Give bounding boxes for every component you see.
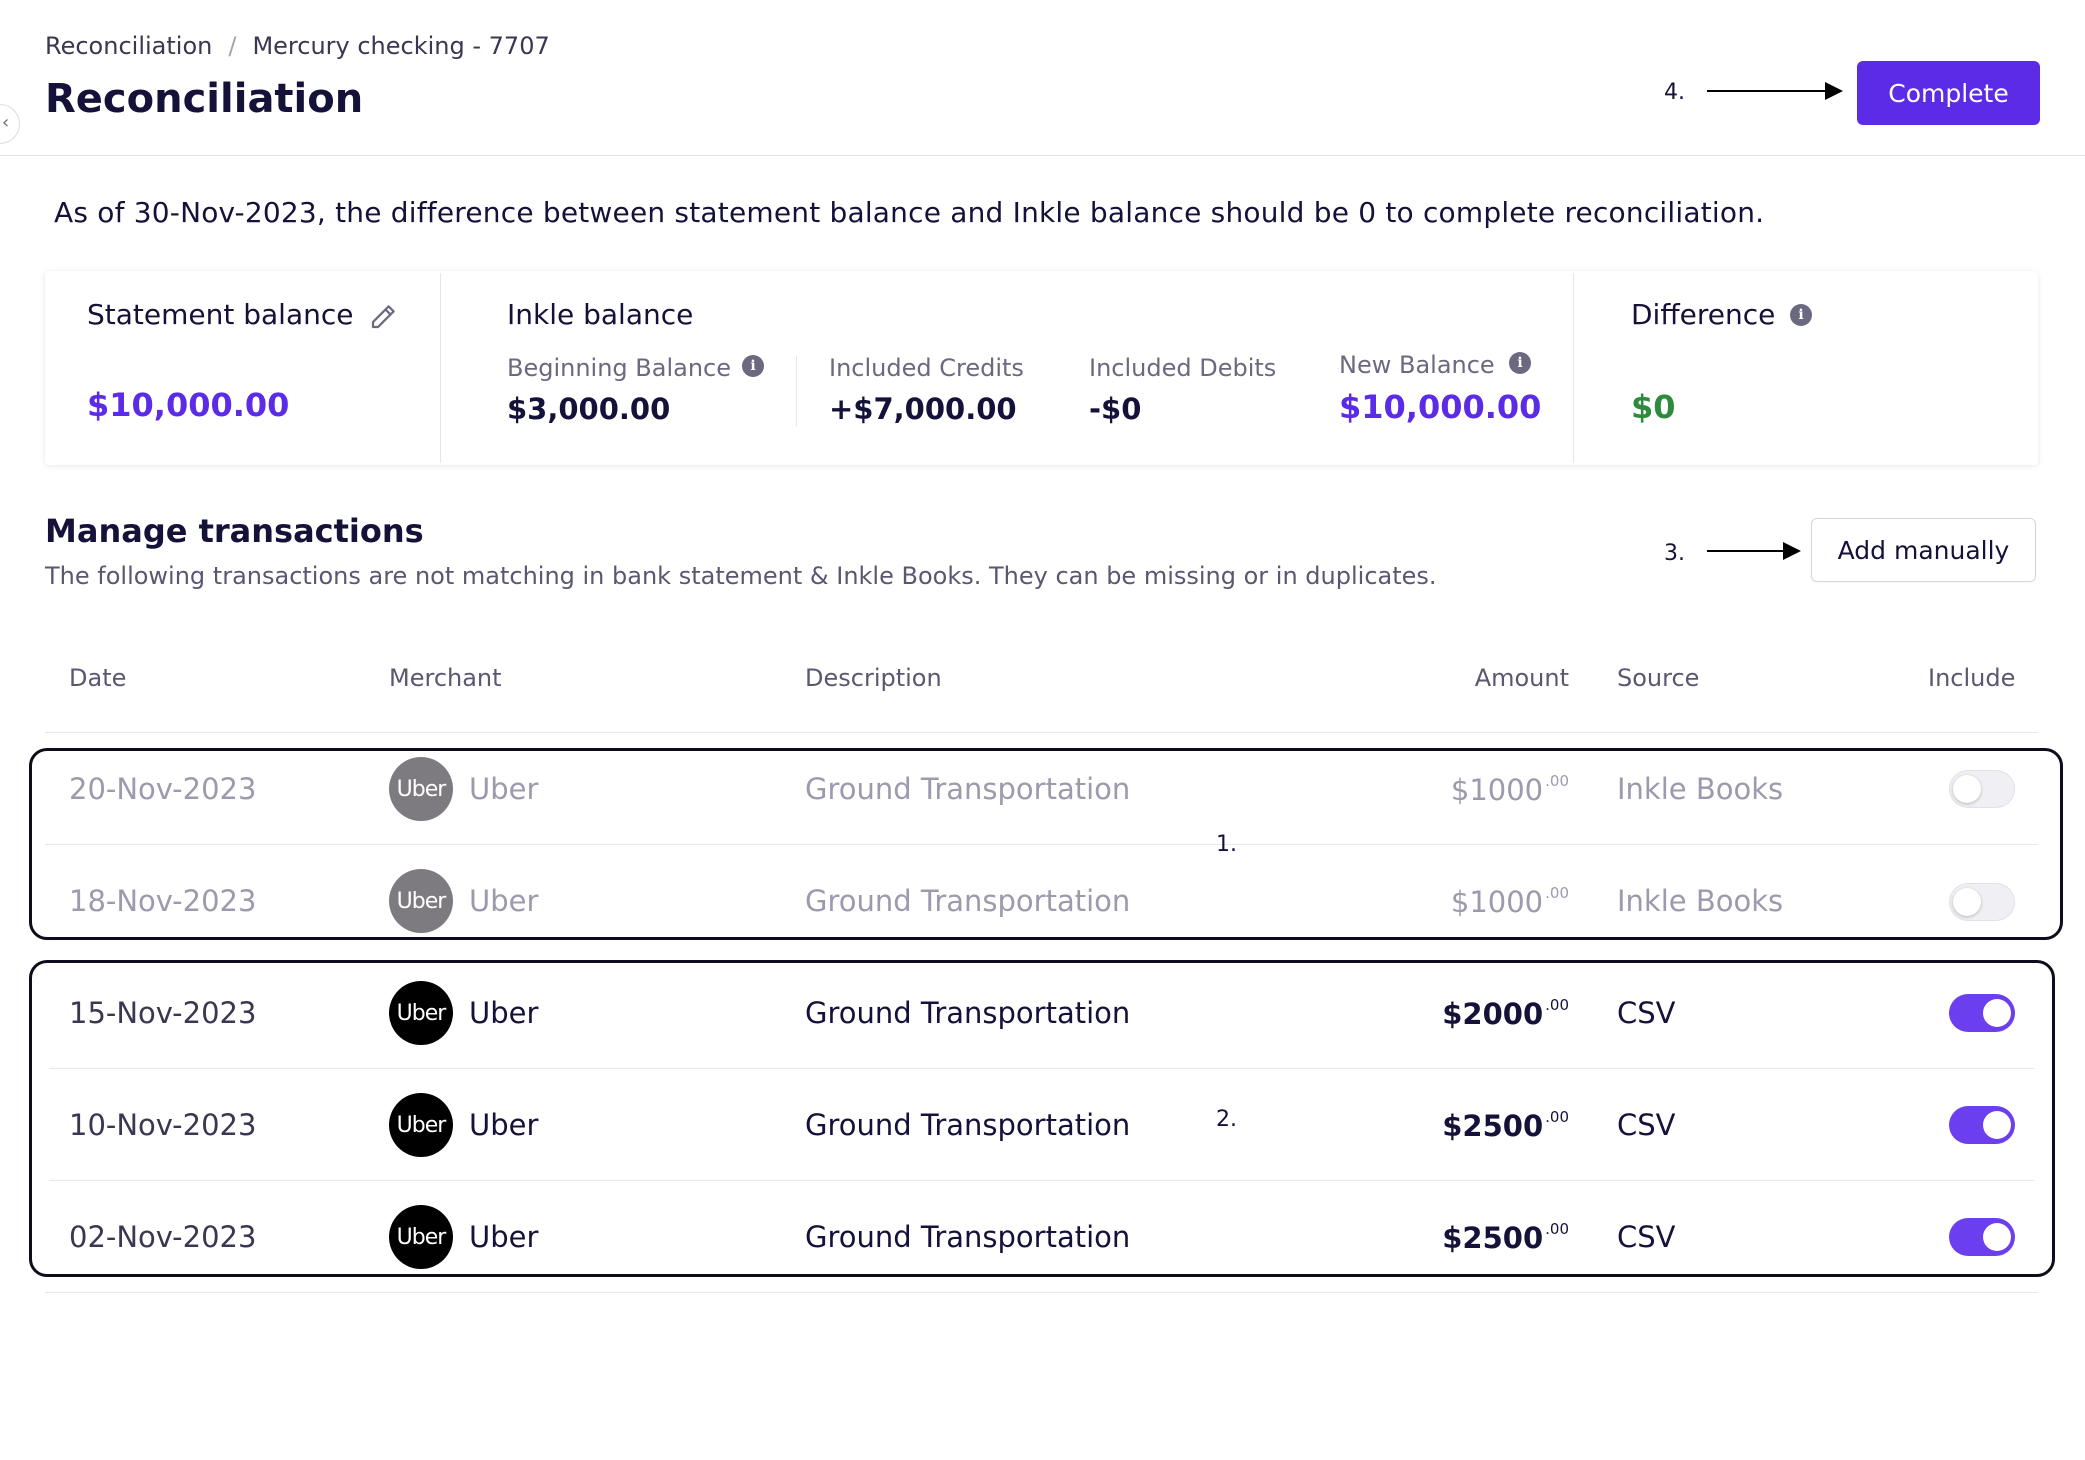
new-balance-label: New Balance: [1339, 351, 1495, 379]
info-icon[interactable]: i: [1509, 352, 1531, 374]
beginning-balance-label: Beginning Balance: [507, 354, 732, 382]
column-header-description: Description: [805, 664, 942, 692]
statement-balance-label: Statement balance: [87, 298, 354, 331]
info-icon[interactable]: i: [1790, 304, 1812, 326]
manage-transactions-title: Manage transactions: [45, 512, 424, 550]
breadcrumb-current: Mercury checking - 7707: [252, 32, 550, 60]
included-credits-value: +$7,000.00: [829, 392, 1017, 426]
included-debits-value: -$0: [1089, 392, 1142, 426]
sidebar-collapse-handle[interactable]: ‹: [0, 104, 20, 144]
table-header-divider: [45, 732, 2038, 733]
reconciliation-note: As of 30-Nov-2023, the difference betwee…: [54, 196, 1765, 229]
table-bottom-divider: [45, 1292, 2038, 1293]
card-divider: [440, 273, 441, 463]
column-header-source: Source: [1617, 664, 1700, 692]
annotation-group-2-outline: [29, 960, 2055, 1277]
annotation-arrow-4: [1707, 82, 1843, 100]
annotation-1: 1.: [1216, 832, 1237, 857]
add-manually-button[interactable]: Add manually: [1811, 518, 2036, 582]
header-divider: [0, 155, 2085, 156]
statement-balance-value: $10,000.00: [87, 386, 290, 424]
column-header-date: Date: [69, 664, 127, 692]
annotation-group-1-outline: [29, 748, 2063, 940]
difference-label: Difference: [1631, 298, 1776, 331]
annotation-2: 2.: [1216, 1107, 1237, 1132]
annotation-arrow-3: [1707, 542, 1801, 560]
included-debits-label: Included Debits: [1089, 354, 1277, 382]
included-credits-label: Included Credits: [829, 354, 1024, 382]
info-icon[interactable]: i: [742, 355, 764, 377]
inkle-divider: [796, 356, 797, 426]
annotation-4: 4.: [1664, 80, 1685, 105]
complete-button[interactable]: Complete: [1857, 61, 2040, 125]
column-header-include: Include: [1928, 664, 2016, 692]
inkle-balance-label: Inkle balance: [507, 298, 694, 331]
new-balance-value: $10,000.00: [1339, 388, 1542, 426]
pencil-icon[interactable]: [368, 302, 398, 332]
column-header-merchant: Merchant: [389, 664, 502, 692]
card-divider: [1573, 273, 1574, 463]
beginning-balance-value: $3,000.00: [507, 392, 671, 426]
annotation-3: 3.: [1664, 541, 1685, 566]
breadcrumb-root-link[interactable]: Reconciliation: [45, 32, 212, 60]
breadcrumb-separator: /: [228, 32, 237, 60]
breadcrumb: Reconciliation / Mercury checking - 7707: [45, 32, 550, 60]
manage-transactions-subtitle: The following transactions are not match…: [45, 562, 1437, 590]
difference-value: $0: [1631, 388, 1676, 426]
page-title: Reconciliation: [45, 76, 364, 122]
chevron-left-icon: ‹: [2, 112, 10, 133]
column-header-amount: Amount: [1474, 664, 1569, 692]
